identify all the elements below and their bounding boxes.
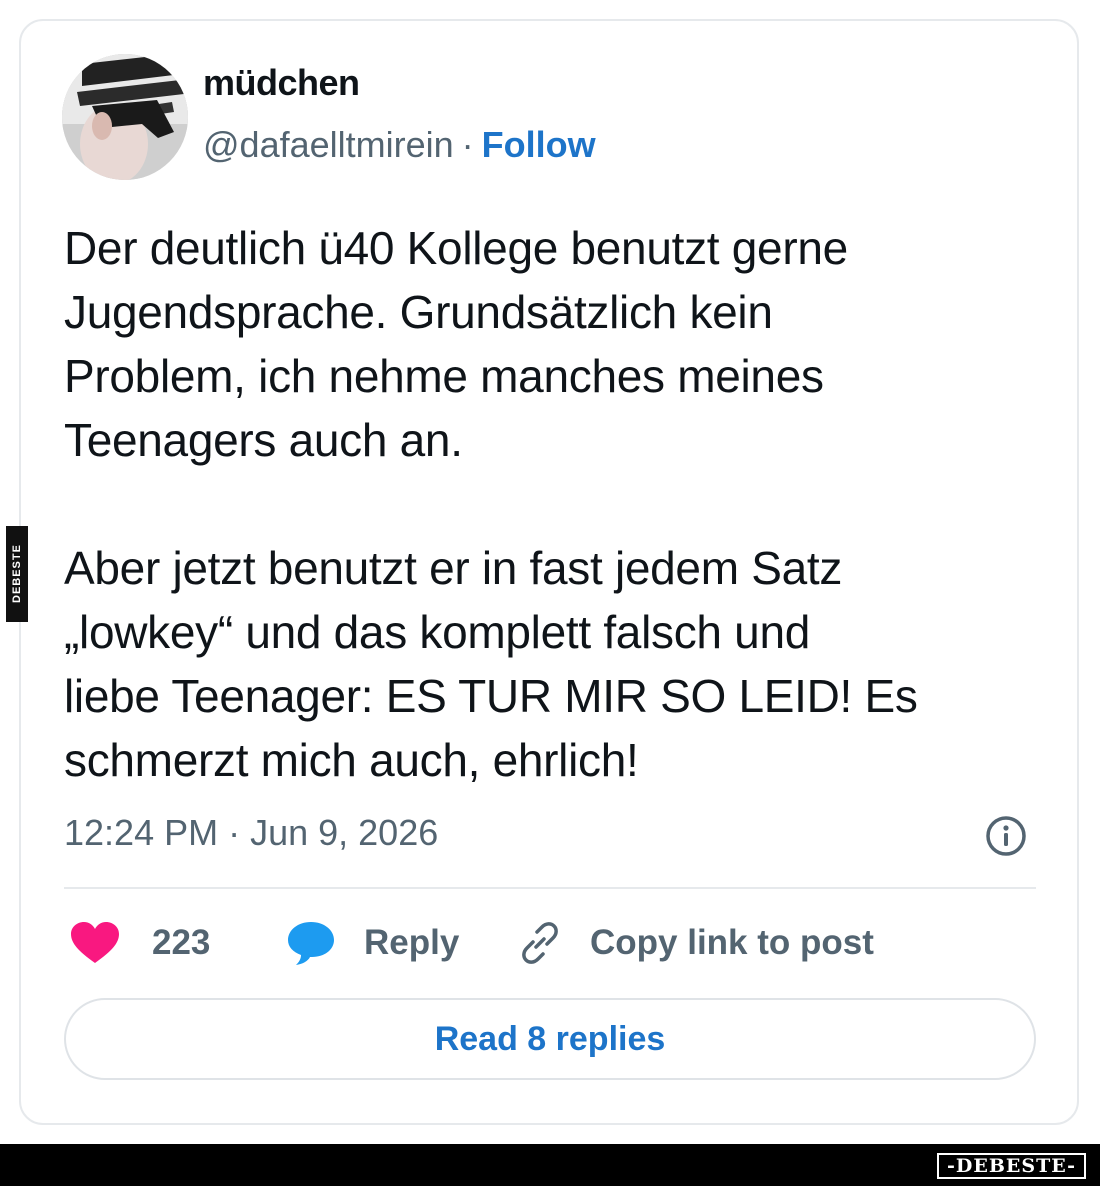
- reply-label: Reply: [364, 923, 460, 962]
- user-handle[interactable]: @dafaelltmirein: [203, 124, 454, 165]
- link-icon: [522, 922, 558, 964]
- read-replies-button[interactable]: Read 8 replies: [64, 998, 1036, 1080]
- tweet-text: Der deutlich ü40 Kollege benutzt gerne J…: [64, 222, 918, 786]
- separator-dot: ·: [461, 124, 474, 165]
- handle-row: @dafaelltmirein · Follow: [203, 124, 596, 166]
- avatar[interactable]: [62, 54, 188, 180]
- action-bar: 223 Reply Copy link to post: [64, 918, 1044, 968]
- like-count: 223: [152, 923, 211, 962]
- watermark-logo: -DEBESTE-: [937, 1153, 1086, 1179]
- copy-link-label: Copy link to post: [590, 923, 874, 962]
- reply-button[interactable]: Reply: [286, 918, 459, 968]
- speech-bubble-icon: [288, 922, 334, 965]
- display-name[interactable]: müdchen: [203, 62, 360, 104]
- footer-bar: -DEBESTE-: [0, 1144, 1100, 1186]
- follow-button[interactable]: Follow: [482, 124, 596, 165]
- info-icon[interactable]: [985, 815, 1027, 857]
- copy-link-button[interactable]: Copy link to post: [516, 918, 874, 968]
- heart-icon: [71, 922, 119, 963]
- side-watermark: DEBESTE: [6, 526, 28, 622]
- like-button[interactable]: 223: [70, 918, 210, 968]
- tweet-timestamp[interactable]: 12:24 PM · Jun 9, 2026: [64, 812, 438, 854]
- divider: [64, 887, 1036, 889]
